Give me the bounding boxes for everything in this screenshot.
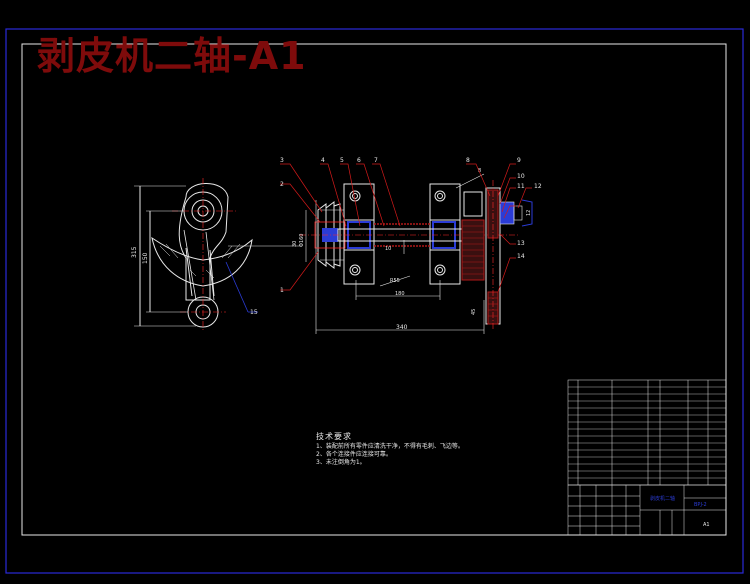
title-block-drawing-name: 剥皮机二轴: [650, 495, 675, 502]
sprocket-column: [485, 180, 533, 330]
dim-bearing-span: 180: [395, 291, 405, 297]
dim-12: 12: [526, 210, 532, 216]
dim-30: 30: [292, 241, 298, 247]
parts-list: [567, 379, 727, 486]
callout-6: 6: [357, 157, 361, 164]
technical-requirements: 技术要求 1、装配前所有零件应清洗干净，不得有毛刺、飞边等。 2、各个连接件应连…: [316, 433, 464, 467]
drawing-sheet: 315 150 15 340 180 Φ160 30 R55 10 8 45 1…: [0, 0, 750, 580]
callout-8: 8: [466, 157, 470, 164]
side-view: [134, 178, 300, 330]
drawing-canvas: 315 150 15 340 180 Φ160 30 R55 10 8 45 1…: [5, 28, 744, 574]
callout-10: 10: [517, 173, 525, 180]
callout-4: 4: [321, 157, 325, 164]
technical-requirement-line: 3、未注倒角为1。: [316, 459, 366, 466]
dim-overall-length: 340: [396, 324, 408, 331]
dim-45: 45: [471, 309, 477, 315]
dim-315: 315: [131, 246, 138, 258]
dim-dia-160: Φ160: [299, 234, 305, 247]
technical-requirements-heading: 技术要求: [316, 432, 352, 441]
leader-15: [225, 261, 249, 313]
callout-13: 13: [517, 240, 525, 247]
callout-1: 1: [280, 287, 284, 294]
callout-11: 11: [517, 183, 525, 190]
callout-15: 15: [250, 309, 258, 316]
callout-14: 14: [517, 253, 525, 260]
callout-2: 2: [280, 181, 284, 188]
drawing-title: 剥皮机二轴-A1: [37, 34, 307, 78]
technical-requirement-line: 1、装配前所有零件应清洗干净，不得有毛刺、飞边等。: [316, 443, 464, 450]
callouts: 3 2 4 5 6 7 8 9 10 11 12 13 14 1: [280, 157, 542, 294]
callout-3: 3: [280, 157, 284, 164]
callout-5: 5: [340, 157, 344, 164]
shaft-assembly: 340 180 Φ160 30 R55 10 8 45 12: [292, 168, 533, 334]
shaft: [300, 223, 520, 247]
technical-requirement-line: 2、各个连接件应连接可靠。: [316, 451, 392, 458]
gear: [461, 191, 485, 281]
outer-frame: [5, 28, 744, 574]
dim-r55: R55: [390, 278, 400, 284]
dim-10: 10: [385, 246, 391, 252]
callout-7: 7: [374, 157, 378, 164]
title-block-drawing-code: BPJ-2: [694, 502, 707, 508]
title-block-sheet: A1: [703, 522, 710, 528]
parts-list-rows: [568, 386, 726, 479]
dim-150: 150: [142, 252, 149, 264]
callout-9: 9: [517, 157, 521, 164]
callout-12: 12: [534, 183, 542, 190]
